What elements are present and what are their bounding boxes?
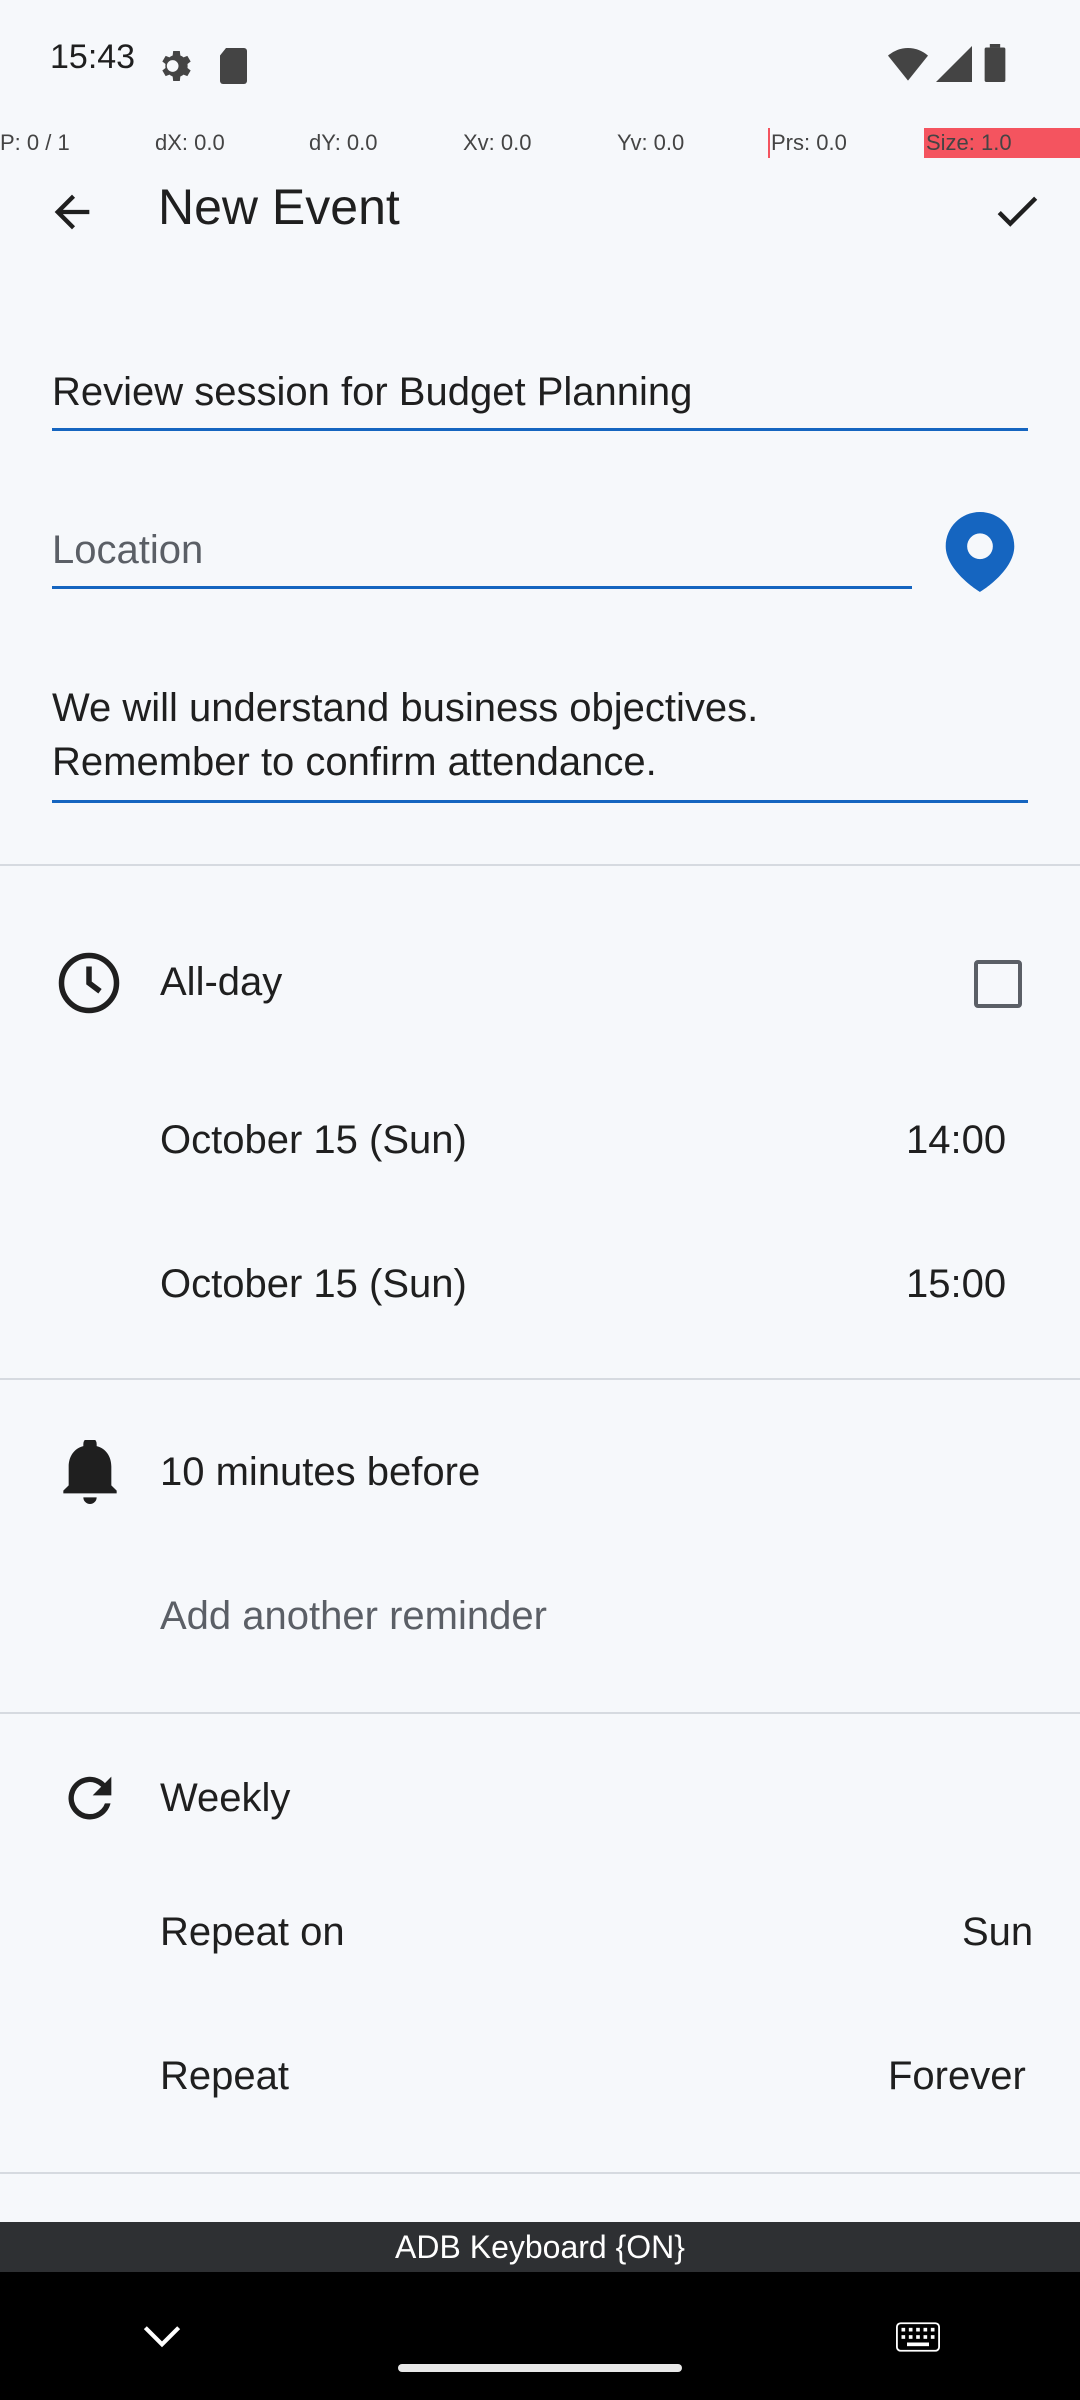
keyboard-indicator: ADB Keyboard {ON}	[0, 2222, 1080, 2272]
overlay-divider	[768, 128, 770, 158]
all-day-label: All-day	[160, 960, 283, 1004]
debug-xv: Xv: 0.0	[463, 130, 532, 155]
end-time[interactable]: 15:00	[906, 1262, 1006, 1307]
pointer-debug-overlay: P: 0 / 1 dX: 0.0 dY: 0.0 Xv: 0.0 Yv: 0.0…	[0, 128, 1080, 162]
keyboard-icon[interactable]	[896, 2322, 940, 2352]
debug-size: Size: 1.0	[926, 130, 1012, 155]
location-underline	[52, 586, 912, 589]
debug-dx: dX: 0.0	[155, 130, 225, 155]
back-arrow-icon[interactable]	[46, 186, 98, 238]
repeat-on-label[interactable]: Repeat on	[160, 1910, 345, 1955]
debug-p: P: 0 / 1	[0, 130, 70, 155]
section-divider	[0, 2172, 1080, 2174]
signal-icon	[936, 46, 972, 82]
end-date[interactable]: October 15 (Sun)	[160, 1262, 467, 1307]
home-indicator[interactable]	[398, 2364, 682, 2372]
debug-dy: dY: 0.0	[309, 130, 378, 155]
repeat-value[interactable]: Forever	[888, 2054, 1026, 2099]
clock-icon	[58, 952, 120, 1014]
event-title-input[interactable]: Review session for Budget Planning	[52, 370, 692, 415]
page-title: New Event	[158, 179, 400, 235]
title-underline	[52, 428, 1028, 431]
start-date[interactable]: October 15 (Sun)	[160, 1118, 467, 1163]
chevron-down-icon[interactable]	[142, 2322, 182, 2350]
start-time[interactable]: 14:00	[906, 1118, 1006, 1163]
wifi-icon	[888, 48, 928, 81]
section-divider	[0, 1712, 1080, 1714]
section-divider	[0, 864, 1080, 866]
settings-gear-icon	[162, 51, 191, 81]
description-line-2[interactable]: Remember to confirm attendance.	[52, 740, 657, 785]
debug-prs: Prs: 0.0	[771, 130, 847, 155]
section-divider	[0, 1378, 1080, 1380]
bell-icon	[63, 1440, 117, 1504]
status-time: 15:43	[50, 38, 136, 76]
repeat-icon	[68, 1776, 112, 1820]
debug-yv: Yv: 0.0	[617, 130, 685, 155]
reminder-item[interactable]: 10 minutes before	[160, 1450, 480, 1495]
repeat-label[interactable]: Repeat	[160, 2054, 289, 2099]
all-day-checkbox[interactable]	[974, 960, 1022, 1008]
sd-card-icon	[220, 48, 247, 84]
add-reminder[interactable]: Add another reminder	[160, 1594, 547, 1639]
location-pin-icon[interactable]	[944, 512, 1016, 592]
repeat-frequency[interactable]: Weekly	[160, 1776, 290, 1821]
description-underline	[52, 800, 1028, 803]
location-input[interactable]: Location	[52, 528, 203, 573]
repeat-on-value[interactable]: Sun	[962, 1910, 1033, 1955]
save-check-icon[interactable]	[990, 184, 1044, 238]
battery-icon	[984, 44, 1006, 82]
description-line-1[interactable]: We will understand business objectives.	[52, 686, 758, 731]
